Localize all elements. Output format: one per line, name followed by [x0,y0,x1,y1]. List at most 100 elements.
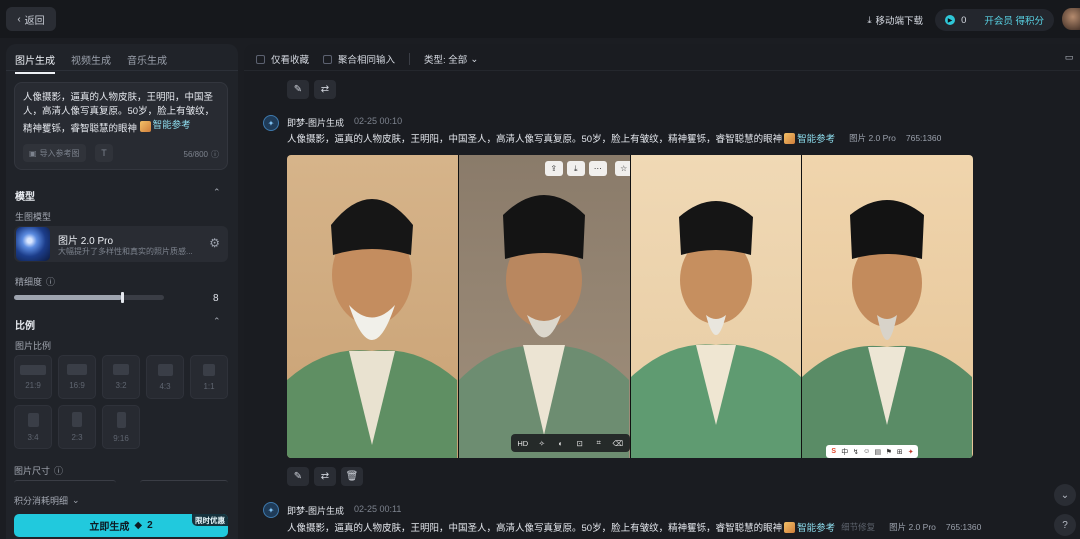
message-time: 00:11 [379,504,402,514]
sliders-settings-icon[interactable]: ⚙ [209,236,220,250]
import-reference-button[interactable]: ▣ 导入参考图 [23,144,86,162]
ratio-label-text: 2:3 [71,433,83,442]
generated-image-2[interactable]: ⇪ ⤓ ⋯ ☆ HD ✧ ◐ ⊡ ⌗ ⌫ [458,155,630,458]
expand-image-icon[interactable]: ⊡ [572,436,588,450]
char-counter: 56/800 ⓘ [184,149,219,160]
merge-label: 聚合相同输入 [338,55,396,66]
scroll-down-button[interactable]: ⌄ [1054,484,1076,506]
regenerate-button[interactable]: ⇄ [314,80,336,99]
size-tag: 765:1360 [905,133,942,143]
back-button[interactable]: ‹ 返回 [6,7,56,31]
sidebar-toggle-icon[interactable]: ▭ [1062,50,1076,64]
favorites-only-checkbox[interactable]: 仅看收藏 [256,52,309,66]
ratio-option-4-3[interactable]: 4:3 [146,355,184,399]
info-icon: ⓘ [54,466,64,476]
repeat-icon: ⇄ [320,471,330,482]
detail-slider[interactable] [14,292,164,303]
tab-divider [6,70,238,71]
detail-fix-tag: 细节修复 [841,522,876,532]
user-avatar[interactable] [1062,8,1080,30]
ratio-label-text: 16:9 [69,381,85,390]
ime-skin-icon[interactable]: ⚑ [884,448,893,456]
credit-detail-toggle[interactable]: 积分消耗明细 ⌄ [14,494,80,507]
ratio-option-3-2[interactable]: 3:2 [102,355,140,399]
ime-chinese-mode[interactable]: 中 [840,447,849,457]
chevron-down-icon: ⌄ [1060,489,1070,501]
ime-toolbar: S 中 ↯ ☺ ▤ ⚑ ⊞ ✦ [826,445,919,458]
ime-keyboard-icon[interactable]: ▤ [873,448,882,456]
delete-button[interactable]: 🗑 [341,467,363,486]
prompt-text[interactable]: 人像摄影，逼真的人物皮肤，王明阳，中国圣人，高清人像写真复原。50岁，脸上有皱纹… [23,91,223,137]
detail-slider-handle[interactable] [121,292,124,303]
generated-image-4[interactable]: S 中 ↯ ☺ ▤ ⚑ ⊞ ✦ [802,155,973,458]
ratio-shape [72,412,82,427]
size-label-row: 图片尺寸 ⓘ [14,464,63,477]
share-icon[interactable]: ⇪ [544,161,563,176]
ratio-option-16-9[interactable]: 16:9 [58,355,96,399]
collapse-model-icon[interactable]: ⌃ [213,187,221,198]
question-icon: ? [1062,519,1068,531]
generated-image-1[interactable] [287,155,458,458]
generate-label: 立即生成 [89,522,130,533]
edit-button[interactable]: ✎ [287,467,309,486]
edit-button[interactable]: ✎ [287,80,309,99]
size-label: 图片尺寸 [14,466,51,476]
checkbox-box [256,54,265,64]
star-icon[interactable]: ☆ [614,161,630,176]
main-panel: 仅看收藏 聚合相同输入 类型: 全部 ⌄ ▭ ✎ ⇄ ✦ 即梦-图片生成 02-… [244,44,1080,539]
ime-grid-icon[interactable]: ⊞ [895,448,904,456]
credits-pill[interactable]: ▶ 0 开会员 得积分 [935,9,1054,31]
ratio-option-9-16[interactable]: 9:16 [102,405,140,449]
generate-button[interactable]: 立即生成 ◆ 2 限时优惠 [14,514,228,537]
crop-icon[interactable]: ⌗ [591,436,607,450]
generated-image-3[interactable] [630,155,802,458]
more-icon[interactable]: ⋯ [588,161,607,176]
vip-link[interactable]: 开会员 得积分 [984,13,1044,27]
merge-same-input-checkbox[interactable]: 聚合相同输入 [323,52,395,66]
ratio-option-21-9[interactable]: 21:9 [14,355,52,399]
ratio-section-title: 比例 [15,321,35,332]
ratio-option-1-1[interactable]: 1:1 [190,355,228,399]
info-icon: ⓘ [211,150,219,159]
magic-wand-icon[interactable]: ✧ [534,436,550,450]
help-button[interactable]: ? [1054,514,1076,536]
ime-emoji-icon[interactable]: ☺ [862,448,871,455]
smart-ref-chip[interactable]: 智能参考 [784,131,835,145]
collapse-ratio-icon[interactable]: ⌃ [213,316,221,327]
width-input[interactable] [14,480,116,486]
image-upload-icon: ▣ [29,148,37,158]
credit-coin-icon: ▶ [945,15,956,25]
trash-icon: 🗑 [345,471,359,482]
model-thumbnail [16,227,50,261]
mobile-download-button[interactable]: ⤓ 移动端下载 [867,13,924,28]
ratio-option-2-3[interactable]: 2:3 [58,405,96,449]
ime-punct-icon[interactable]: ↯ [851,448,860,456]
eraser-icon[interactable]: ⌫ [610,436,626,450]
generate-cost: 2 [147,520,153,531]
regenerate-button[interactable]: ⇄ [314,467,336,486]
ime-ai-icon[interactable]: ✦ [906,448,915,456]
model-selector[interactable]: 图片 2.0 Pro 大幅提升了多样性和真实的照片质感... ⚙ [14,226,228,262]
text-style-button[interactable]: T [95,144,113,162]
smart-ref-chip[interactable]: 智能参考 [784,520,835,534]
hd-upscale-button[interactable]: HD [515,436,531,450]
ratio-shape [203,363,215,376]
checkbox-box [323,54,333,64]
height-input[interactable] [140,480,228,486]
sender-name: 即梦-图片生成 [287,118,344,128]
smart-ref-label: 智能参考 [797,134,836,145]
ratio-option-3-4[interactable]: 3:4 [14,405,52,449]
palette-icon[interactable]: ◐ [553,436,569,450]
pencil-icon: ✎ [293,471,303,482]
smart-ref-chip[interactable]: 智能参考 [139,119,191,133]
mobile-download-label: 移动端下载 [875,16,924,27]
model-description: 大幅提升了多样性和真实的照片质感... [58,247,192,256]
type-filter-dropdown[interactable]: 类型: 全部 ⌄ [424,52,478,67]
download-icon: ⤓ [867,14,872,26]
message-prompt: 人像摄影，逼真的人物皮肤，王明阳，中国圣人，高清人像写真复原。50岁，脸上有皱纹… [287,131,941,145]
prompt-input[interactable]: 人像摄影，逼真的人物皮肤，王明阳，中国圣人，高清人像写真复原。50岁，脸上有皱纹… [14,82,228,170]
model-name: 图片 2.0 Pro [58,236,114,247]
download-icon[interactable]: ⤓ [566,161,585,176]
ime-logo-icon[interactable]: S [829,448,838,455]
size-inputs[interactable] [14,480,228,488]
